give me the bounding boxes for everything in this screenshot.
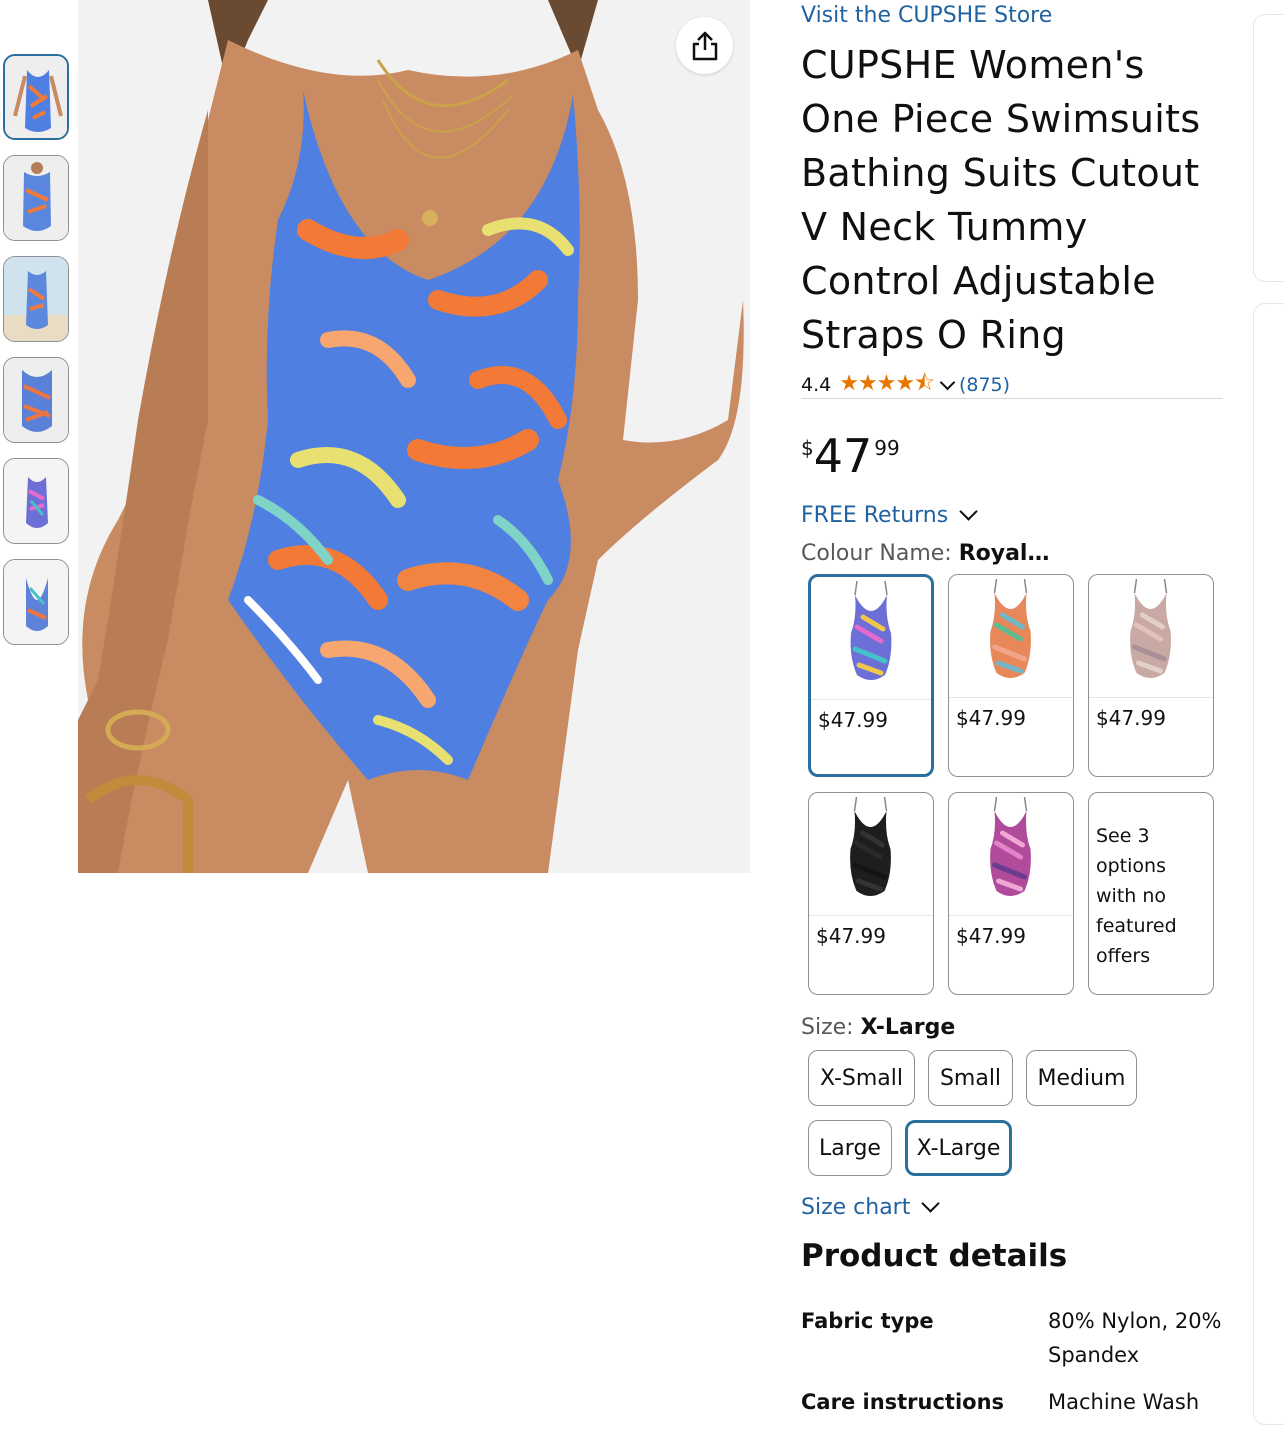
thumbnail-image (4, 358, 68, 442)
size-option-large[interactable]: Large (808, 1120, 892, 1176)
colour-swatch-5[interactable]: $47.99 (948, 792, 1074, 995)
detail-value: 80% Nylon, 20% Spandex (1048, 1309, 1222, 1367)
thumbnail-image (4, 459, 68, 543)
thumbnail-4[interactable] (3, 357, 69, 443)
swatch-price: $47.99 (956, 924, 1026, 948)
colour-swatch-3[interactable]: $47.99 (1088, 574, 1214, 777)
size-value: X-Large (860, 1015, 956, 1040)
price-symbol: $ (801, 436, 814, 460)
thumbnail-2[interactable] (3, 155, 69, 241)
thumbnail-6[interactable] (3, 559, 69, 645)
swatch-image (949, 575, 1073, 698)
side-card (1253, 303, 1284, 1425)
thumbnail-strip (3, 54, 73, 660)
price: $ 47 99 (801, 430, 900, 482)
detail-key: Fabric type (801, 1309, 934, 1333)
swimsuit-thumbnail (850, 580, 892, 680)
share-icon (692, 31, 717, 60)
store-link[interactable]: Visit the CUPSHE Store (801, 3, 1052, 28)
size-option-small[interactable]: Small (928, 1050, 1013, 1106)
detail-row-fabric: Fabric type 80% Nylon, 20% Spandex (801, 1304, 1231, 1374)
thumbnail-image (4, 156, 68, 240)
colour-swatch-unavailable[interactable]: See 3 options with no featured offers (1088, 792, 1214, 995)
size-label-text: Size: (801, 1015, 861, 1040)
thumbnail-image (4, 257, 68, 341)
size-option-x-large[interactable]: X-Large (905, 1120, 1012, 1176)
swimsuit-thumbnail (990, 796, 1031, 896)
free-returns-label: FREE Returns (801, 503, 949, 528)
chevron-down-icon[interactable] (939, 374, 956, 390)
thumbnail-5[interactable] (3, 458, 69, 544)
free-returns-link[interactable]: FREE Returns (801, 502, 978, 528)
thumbnail-image (5, 56, 67, 138)
size-chart-link[interactable]: Size chart (801, 1194, 941, 1220)
chevron-down-icon (959, 502, 978, 521)
side-card (1253, 14, 1284, 282)
swatch-price: $47.99 (1096, 706, 1166, 730)
swatch-image (1089, 575, 1213, 698)
price-fraction: 99 (874, 436, 900, 460)
size-chart-label: Size chart (801, 1195, 911, 1220)
colour-swatch-2[interactable]: $47.99 (948, 574, 1074, 777)
swimsuit-thumbnail (990, 578, 1031, 678)
thumbnail-1[interactable] (3, 54, 69, 140)
colour-label-text: Colour Name: (801, 541, 959, 566)
colour-swatch-1[interactable]: $47.99 (808, 574, 934, 777)
swatch-image (811, 577, 931, 700)
swimsuit-thumbnail (850, 796, 891, 896)
main-product-image[interactable] (78, 0, 750, 873)
size-option-medium[interactable]: Medium (1026, 1050, 1137, 1106)
divider (801, 398, 1223, 399)
detail-row-care: Care instructions Machine Wash (801, 1385, 1231, 1419)
price-whole: 47 (813, 429, 873, 483)
colour-name-label: Colour Name: Royal… (801, 541, 1049, 566)
product-details-heading: Product details (801, 1238, 1068, 1274)
swatch-price: $47.99 (956, 706, 1026, 730)
colour-swatch-4[interactable]: $47.99 (808, 792, 934, 995)
share-button[interactable] (676, 17, 733, 74)
size-option-x-small[interactable]: X-Small (808, 1050, 915, 1106)
product-title: CUPSHE Women's One Piece Swimsuits Bathi… (801, 43, 1201, 357)
unavailable-options-text: See 3 options with no featured offers (1096, 825, 1177, 967)
swimsuit-photo (78, 0, 750, 873)
review-count-link[interactable]: (875) (959, 374, 1010, 396)
thumbnail-3[interactable] (3, 256, 69, 342)
thumbnail-image (4, 560, 68, 644)
rating-value: 4.4 (801, 374, 832, 396)
swimsuit-thumbnail (1130, 578, 1171, 678)
swatch-price: $47.99 (816, 924, 886, 948)
detail-key: Care instructions (801, 1390, 1005, 1414)
chevron-down-icon (921, 1194, 941, 1213)
detail-value: Machine Wash (1048, 1390, 1200, 1414)
colour-value: Royal… (958, 541, 1050, 566)
size-label: Size: X-Large (801, 1015, 955, 1040)
swatch-image (809, 793, 933, 916)
swatch-price: $47.99 (818, 708, 888, 732)
swatch-image (949, 793, 1073, 916)
